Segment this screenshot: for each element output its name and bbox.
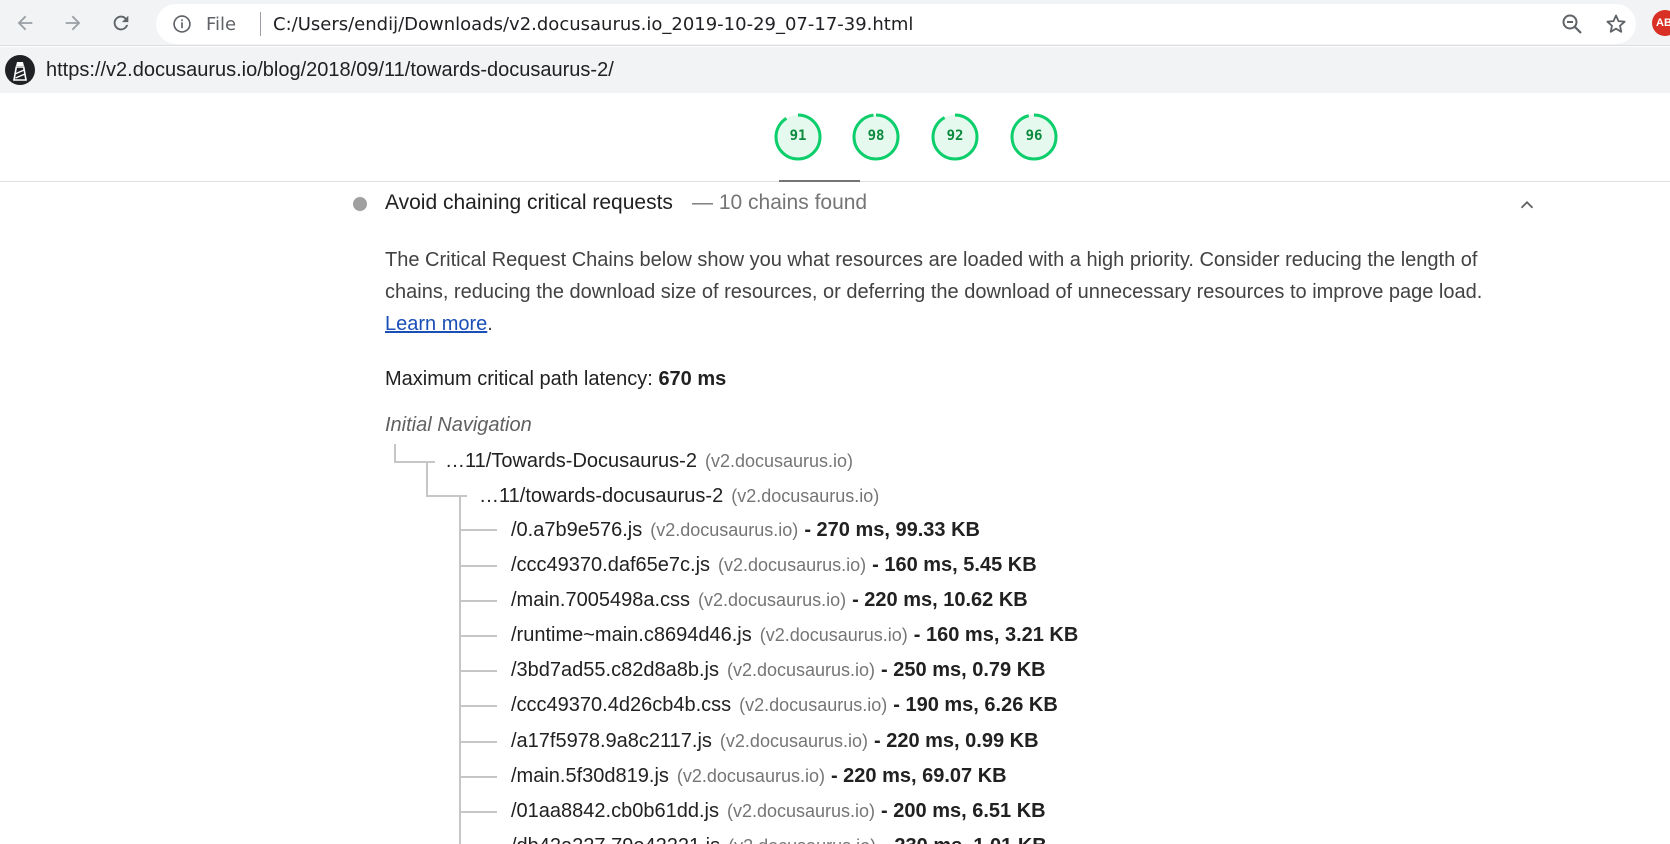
chain-host: (v2.docusaurus.io) [759, 625, 908, 645]
score-header: 91 98 92 96 [0, 93, 1670, 182]
audit-description: The Critical Request Chains below show y… [385, 244, 1495, 340]
chain-host: (v2.docusaurus.io) [718, 555, 867, 575]
arrow-left-icon [17, 15, 33, 31]
zoom-icon[interactable] [1560, 12, 1584, 36]
accessibility-score: 98 [867, 128, 885, 144]
chain-stats: - 190 ms, 6.26 KB [893, 694, 1058, 716]
reload-icon [113, 15, 129, 31]
chain-host: (v2.docusaurus.io) [728, 836, 876, 844]
accessibility-gauge[interactable]: 98 [851, 112, 901, 162]
description-text: The Critical Request Chains below show y… [385, 249, 1483, 303]
chain-node: /main.7005498a.css (v2.docusaurus.io) - 22… [511, 589, 1028, 612]
best-practices-score: 92 [946, 128, 964, 144]
chain-url[interactable]: /0.a7b9e576.js [511, 519, 642, 541]
omnibox-divider [260, 12, 261, 36]
chain-url[interactable]: /3bd7ad55.c82d8a8b.js [511, 659, 719, 681]
chevron-up-icon[interactable] [1516, 194, 1538, 216]
chain-host: (v2.docusaurus.io) [719, 731, 868, 751]
lighthouse-logo-icon [5, 55, 35, 85]
performance-gauge[interactable]: 91 [773, 112, 823, 162]
chain-node: /runtime~main.c8694d46.js (v2.docusaurus.… [511, 624, 1078, 647]
seo-score: 96 [1025, 128, 1043, 144]
chain-node: /0.a7b9e576.js (v2.docusaurus.io) - 270 ms… [511, 519, 980, 542]
description-period: . [487, 313, 493, 335]
max-latency: Maximum critical path latency: 670 ms [385, 368, 726, 391]
chain-stats: - 220 ms, 69.07 KB [830, 765, 1007, 787]
learn-more-link[interactable]: Learn more [385, 313, 487, 335]
reload-button[interactable] [106, 8, 136, 38]
scheme-label: File [206, 14, 237, 35]
back-button[interactable] [10, 8, 40, 38]
adblock-extension-icon[interactable]: AB [1652, 10, 1670, 36]
chain-url[interactable]: /main.5f30d819.js [511, 765, 669, 787]
chain-stats: - 160 ms, 5.45 KB [872, 554, 1037, 576]
chain-url[interactable]: …11/towards-docusaurus-2 [479, 485, 723, 507]
chain-stats: - 250 ms, 0.79 KB [881, 659, 1046, 681]
active-gauge-indicator [779, 180, 860, 182]
chain-url[interactable]: /runtime~main.c8694d46.js [511, 624, 752, 646]
chain-host: (v2.docusaurus.io) [726, 660, 876, 680]
address-text[interactable]: C:/Users/endij/Downloads/v2.docusaurus.i… [273, 14, 913, 35]
chain-url[interactable]: /01aa8842.cb0b61dd.js [511, 800, 719, 822]
chain-node: /ccc49370.4d26cb4b.css (v2.docusaurus.io)… [511, 694, 1058, 717]
info-icon[interactable] [172, 14, 192, 34]
chain-stats: - 220 ms, 0.99 KB [874, 730, 1039, 752]
chain-url[interactable]: …11/Towards-Docusaurus-2 [445, 450, 697, 472]
chain-stats: - 270 ms, 99.33 KB [804, 519, 980, 541]
audit-display-value: — 10 chains found [692, 191, 868, 214]
chain-url[interactable]: /ccc49370.4d26cb4b.css [511, 694, 731, 716]
forward-button[interactable] [58, 8, 88, 38]
chain-node: /main.5f30d819.js (v2.docusaurus.io) - 220… [511, 765, 1007, 788]
initial-navigation-label: Initial Navigation [385, 414, 532, 436]
chain-url[interactable]: /main.7005498a.css [511, 589, 690, 611]
chain-host: (v2.docusaurus.io) [704, 451, 854, 471]
chain-url[interactable]: /a17f5978.9a8c2117.js [511, 730, 712, 752]
chain-url[interactable]: /db42a227.79e42221.js [511, 835, 720, 844]
chain-node: /a17f5978.9a8c2117.js (v2.docusaurus.io) -… [511, 730, 1039, 753]
browser-toolbar: File C:/Users/endij/Downloads/v2.docusau… [0, 0, 1670, 46]
chain-stats: - 200 ms, 6.51 KB [881, 800, 1046, 822]
bookmark-star-icon[interactable] [1604, 12, 1628, 36]
seo-gauge[interactable]: 96 [1009, 112, 1059, 162]
chain-node: /01aa8842.cb0b61dd.js (v2.docusaurus.io) -… [511, 800, 1046, 823]
arrow-right-icon [65, 15, 81, 31]
chain-url[interactable]: /ccc49370.daf65e7c.js [511, 554, 710, 576]
performance-score: 91 [789, 128, 807, 144]
chain-stats: - 220 ms, 10.62 KB [852, 589, 1028, 611]
audit-status-icon [353, 197, 367, 211]
chain-stats: - 230 ms, 1.01 KB [882, 835, 1047, 844]
chain-node: …11/Towards-Docusaurus-2 (v2.docusaurus.i… [445, 450, 853, 473]
chain-host: (v2.docusaurus.io) [739, 695, 888, 715]
chain-stats: - 160 ms, 3.21 KB [913, 624, 1079, 646]
chain-host: (v2.docusaurus.io) [698, 590, 847, 610]
chain-node: /3bd7ad55.c82d8a8b.js (v2.docusaurus.io) -… [511, 659, 1046, 682]
latency-label: Maximum critical path latency: [385, 368, 653, 390]
chain-node: /db42a227.79e42221.js (v2.docusaurus.io)-… [511, 835, 1047, 844]
chain-host: (v2.docusaurus.io) [676, 766, 825, 786]
chain-host: (v2.docusaurus.io) [650, 520, 799, 540]
chain-host: (v2.docusaurus.io) [726, 801, 876, 821]
chain-node: /ccc49370.daf65e7c.js (v2.docusaurus.io) -… [511, 554, 1037, 577]
chain-node: …11/towards-docusaurus-2 (v2.docusaurus.i… [479, 485, 879, 508]
best-practices-gauge[interactable]: 92 [930, 112, 980, 162]
address-bar[interactable]: File C:/Users/endij/Downloads/v2.docusau… [156, 4, 1636, 44]
report-url[interactable]: https://v2.docusaurus.io/blog/2018/09/11… [46, 59, 614, 82]
latency-value: 670 ms [658, 368, 727, 390]
report-url-bar: https://v2.docusaurus.io/blog/2018/09/11… [0, 47, 1670, 93]
chain-host: (v2.docusaurus.io) [731, 486, 880, 506]
audit-title[interactable]: Avoid chaining critical requests [385, 191, 673, 215]
